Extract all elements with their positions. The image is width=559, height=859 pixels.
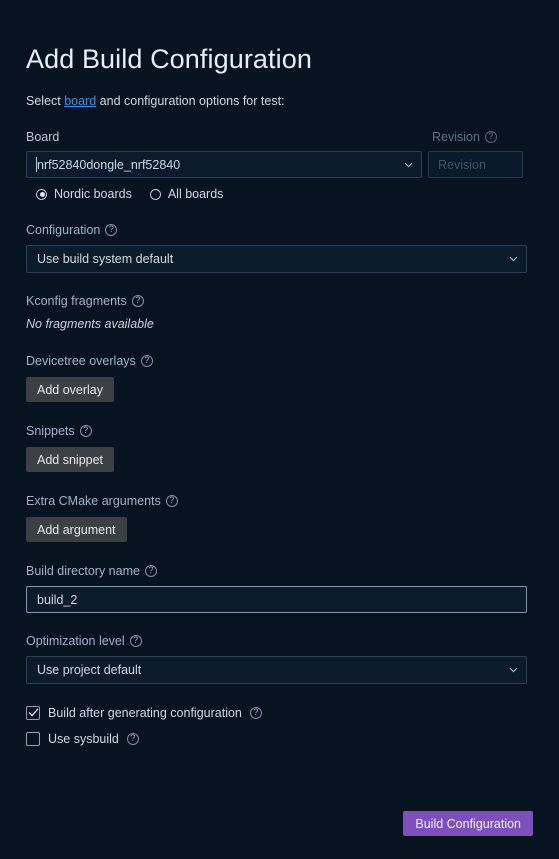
help-icon[interactable]: ? <box>484 131 497 143</box>
configuration-label-text: Configuration <box>26 223 101 237</box>
configuration-label: Configuration ? <box>26 222 533 238</box>
build-directory-name-label-text: Build directory name <box>26 564 140 578</box>
kconfig-fragments-label-text: Kconfig fragments <box>26 294 127 308</box>
board-scope-radio-group: Nordic boards All boards <box>26 178 533 201</box>
help-icon[interactable]: ? <box>79 425 92 437</box>
optimization-select-wrap[interactable]: Use project default <box>26 656 527 684</box>
help-icon[interactable]: ? <box>140 355 153 367</box>
board-label-text: Board <box>26 130 60 144</box>
help-icon[interactable]: ? <box>129 635 142 647</box>
devicetree-overlays-label: Devicetree overlays ? <box>26 353 533 369</box>
kconfig-empty-text: No fragments available <box>26 317 154 331</box>
board-input[interactable] <box>26 151 422 178</box>
text-cursor <box>36 157 37 172</box>
checkmark-icon <box>28 708 38 717</box>
radio-indicator[interactable] <box>149 188 161 200</box>
build-after-generating-checkbox-row[interactable]: Build after generating configuration ? <box>26 702 533 723</box>
checkbox-label: Build after generating configuration <box>48 705 242 720</box>
add-snippet-button[interactable]: Add snippet <box>26 447 115 472</box>
subtitle-suffix: and configuration options for test: <box>96 94 285 108</box>
help-icon[interactable]: ? <box>126 732 139 745</box>
kconfig-fragments-label: Kconfig fragments ? <box>26 293 533 309</box>
footer: Build Configuration <box>403 811 533 836</box>
help-icon[interactable]: ? <box>105 224 118 236</box>
build-after-generating-checkbox[interactable] <box>26 705 40 720</box>
page-title: Add Build Configuration <box>26 44 312 74</box>
board-label: Board <box>26 129 426 145</box>
extra-cmake-arguments-label: Extra CMake arguments ? <box>26 493 533 509</box>
build-directory-name-input[interactable] <box>26 586 527 613</box>
add-overlay-button[interactable]: Add overlay <box>26 377 115 402</box>
radio-indicator[interactable] <box>36 188 47 200</box>
extra-cmake-arguments-label-text: Extra CMake arguments <box>26 494 161 508</box>
revision-placeholder: Revision <box>438 157 486 172</box>
configuration-select[interactable]: Use build system default <box>26 245 527 273</box>
revision-input[interactable]: Revision <box>428 151 523 178</box>
radio-label: All boards <box>167 187 224 201</box>
snippets-label-text: Snippets <box>26 424 75 438</box>
help-icon[interactable]: ? <box>165 495 178 507</box>
board-doc-link[interactable]: board <box>64 94 96 108</box>
devicetree-overlays-label-text: Devicetree overlays <box>26 354 136 368</box>
build-directory-name-label: Build directory name ? <box>26 563 533 579</box>
help-icon[interactable]: ? <box>249 706 262 719</box>
add-build-configuration-page: Add Build Configuration Select board and… <box>0 0 559 859</box>
board-combobox[interactable] <box>26 151 422 178</box>
snippets-label: Snippets ? <box>26 423 533 439</box>
help-icon[interactable]: ? <box>131 295 144 307</box>
add-argument-button[interactable]: Add argument <box>26 517 127 542</box>
optimization-level-label: Optimization level ? <box>26 633 533 649</box>
page-subtitle: Select board and configuration options f… <box>26 74 533 109</box>
use-sysbuild-checkbox[interactable] <box>26 731 40 746</box>
use-sysbuild-checkbox-row[interactable]: Use sysbuild ? <box>26 728 533 749</box>
revision-label-text: Revision <box>432 130 480 144</box>
configuration-select-wrap[interactable]: Use build system default <box>26 245 527 273</box>
revision-label: Revision ? <box>432 129 497 145</box>
checkbox-label: Use sysbuild <box>48 731 119 746</box>
optimization-level-select[interactable]: Use project default <box>26 656 527 684</box>
radio-nordic-boards[interactable]: Nordic boards <box>36 187 132 201</box>
radio-label: Nordic boards <box>54 187 132 201</box>
subtitle-prefix: Select <box>26 94 65 108</box>
optimization-level-label-text: Optimization level <box>26 634 125 648</box>
help-icon[interactable]: ? <box>144 565 157 577</box>
radio-all-boards[interactable]: All boards <box>149 187 224 201</box>
build-configuration-button[interactable]: Build Configuration <box>403 811 533 836</box>
